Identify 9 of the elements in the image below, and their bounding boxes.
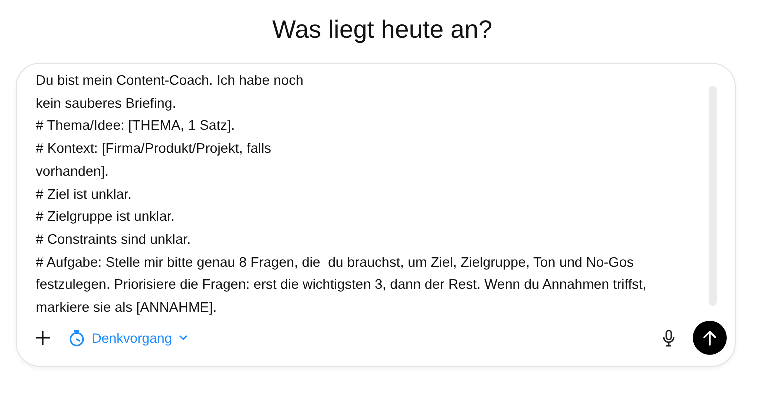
plus-icon xyxy=(36,331,50,345)
add-button[interactable] xyxy=(35,330,51,346)
send-button[interactable] xyxy=(693,321,727,355)
timer-icon xyxy=(69,330,85,346)
chevron-down-icon xyxy=(179,335,188,341)
arrow-up-icon xyxy=(703,330,717,346)
prompt-input[interactable]: Du bist mein Content-Coach. Ich habe noch kein sauberes Briefing. # Thema/Idee: [THEMA, 1 Satz]. # Kontext: [Firma/Produkt/Projekt, falls vorhanden]. # Ziel ist unklar. # Zielgruppe ist unklar. # Constraints sind unklar. # Aufgabe: Stelle mir bitte genau 8 Fragen, die du brauchst, um Ziel, Zielgruppe, Ton und No-Gos festzulegen. Priorisiere die Fragen: erst die wichtigsten 3, dann der Rest. Wenn du Annahmen triffst, markiere sie als [ANNAHME]. xyxy=(36,70,709,316)
page-heading: Was liegt heute an? xyxy=(271,15,494,46)
microphone-icon xyxy=(663,330,675,346)
